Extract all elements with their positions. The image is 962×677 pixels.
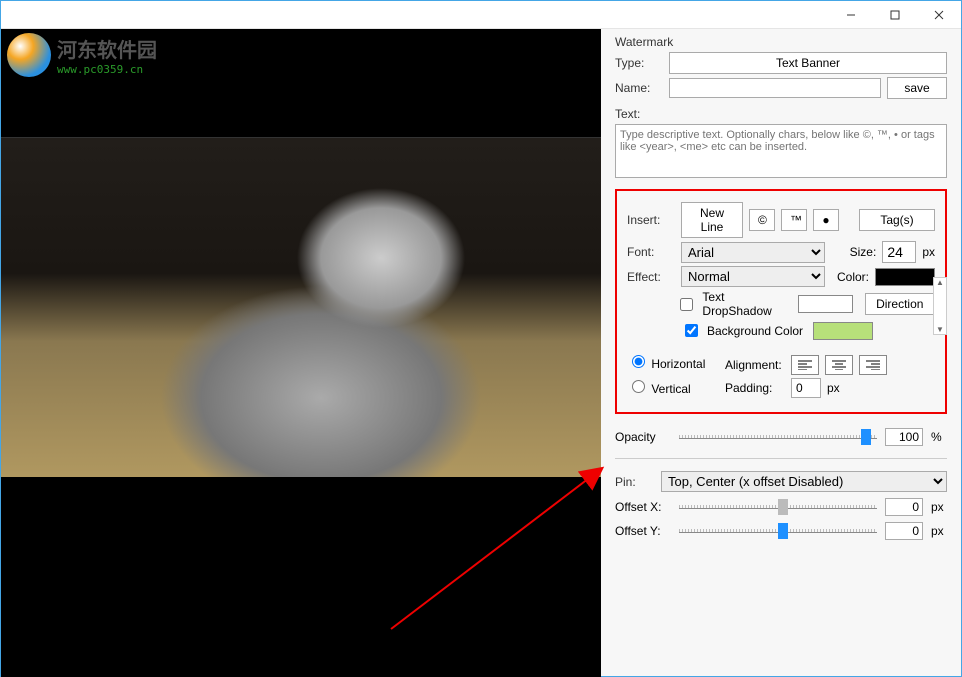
opacity-value[interactable]: 100 [885,428,923,446]
pin-select[interactable]: Top, Center (x offset Disabled) [661,471,947,492]
offsetx-unit: px [931,500,947,514]
vertical-radio[interactable] [632,380,645,393]
text-input[interactable] [615,124,947,178]
logo-icon [7,33,51,77]
offsetx-label: Offset X: [615,500,671,514]
dropshadow-checkbox[interactable] [680,298,693,311]
name-label: Name: [615,81,663,95]
copyright-button[interactable]: © [749,209,775,231]
newline-button[interactable]: New Line [681,202,743,238]
tags-button[interactable]: Tag(s) [859,209,935,231]
padding-input[interactable] [791,378,821,398]
effect-select[interactable]: Normal [681,266,825,287]
site-logo: 河东软件园 www.pc0359.cn [1,29,163,81]
align-center-button[interactable] [825,355,853,375]
bgcolor-label: Background Color [707,324,803,338]
opacity-unit: % [931,430,947,444]
alignment-label: Alignment: [725,358,785,372]
horizontal-radio[interactable] [632,355,645,368]
preview-pane: 河东软件园 www.pc0359.cn [1,29,601,676]
opacity-slider[interactable] [679,435,877,439]
opacity-label: Opacity [615,430,671,444]
preview-image [1,29,601,677]
size-label: Size: [850,245,877,259]
horizontal-label: Horizontal [651,357,705,371]
bullet-button[interactable]: ● [813,209,839,231]
trademark-button[interactable]: ™ [781,209,807,231]
offsety-unit: px [931,524,947,538]
bgcolor-swatch[interactable] [813,322,873,340]
minimize-button[interactable] [829,1,873,29]
offsety-label: Offset Y: [615,524,671,538]
font-select[interactable]: Arial [681,242,825,263]
font-label: Font: [627,245,675,259]
dropshadow-label: Text DropShadow [702,290,788,318]
align-left-button[interactable] [791,355,819,375]
color-label: Color: [837,270,869,284]
watermark-section-label: Watermark [615,35,947,49]
vertical-label: Vertical [651,382,690,396]
logo-title: 河东软件园 [57,34,157,63]
close-button[interactable] [917,1,961,29]
pin-label: Pin: [615,475,655,489]
text-section-label: Text: [615,107,947,121]
size-input[interactable] [882,241,916,263]
maximize-button[interactable] [873,1,917,29]
padding-unit: px [827,381,840,395]
bgcolor-checkbox[interactable] [685,324,698,337]
highlighted-settings: Insert: New Line © ™ ● Tag(s) Font: Aria… [615,189,947,414]
text-color-swatch[interactable] [875,268,935,286]
direction-button[interactable]: Direction [865,293,935,315]
titlebar [1,1,961,29]
type-label: Type: [615,56,663,70]
size-unit: px [922,245,935,259]
name-input[interactable] [669,78,881,98]
save-button[interactable]: save [887,77,947,99]
insert-label: Insert: [627,213,675,227]
dropshadow-color-swatch[interactable] [798,295,852,313]
padding-label: Padding: [725,381,785,395]
align-right-button[interactable] [859,355,887,375]
offsetx-slider[interactable] [679,505,877,509]
effect-label: Effect: [627,270,675,284]
offsety-slider[interactable] [679,529,877,533]
settings-panel: Watermark Type: Text Banner Name: save T… [601,29,961,676]
textarea-scrollbar[interactable]: ▲▼ [933,277,947,335]
type-button[interactable]: Text Banner [669,52,947,74]
offsety-value[interactable]: 0 [885,522,923,540]
logo-url: www.pc0359.cn [57,63,157,76]
offsetx-value[interactable]: 0 [885,498,923,516]
